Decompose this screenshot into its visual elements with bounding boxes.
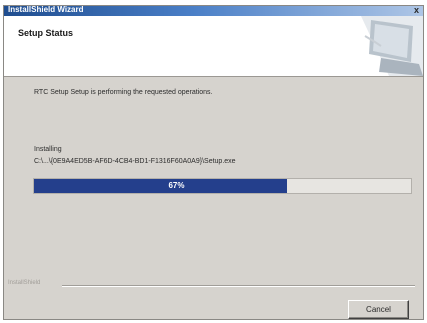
- header-panel: Setup Status: [4, 16, 423, 77]
- title-bar[interactable]: InstallShield Wizard x: [4, 5, 423, 16]
- action-label: Installing: [34, 146, 62, 153]
- page-title: Setup Status: [18, 28, 74, 38]
- computer-graphic-icon: [361, 16, 423, 76]
- installer-window: InstallShield Wizard x Setup Status RTC …: [3, 5, 424, 320]
- cancel-button[interactable]: Cancel: [348, 300, 409, 319]
- status-message: RTC Setup Setup is performing the reques…: [34, 89, 213, 96]
- progress-bar: 67%: [33, 178, 412, 194]
- close-icon[interactable]: x: [412, 6, 421, 15]
- window-title: InstallShield Wizard: [8, 5, 84, 14]
- file-path: C:\...\{0E9A4ED5B-AF6D-4CB4-BD1-F1316F60…: [34, 158, 236, 165]
- footer-divider: [62, 285, 415, 287]
- installshield-brand: InstallShield: [8, 280, 41, 286]
- progress-percent: 67%: [168, 181, 185, 190]
